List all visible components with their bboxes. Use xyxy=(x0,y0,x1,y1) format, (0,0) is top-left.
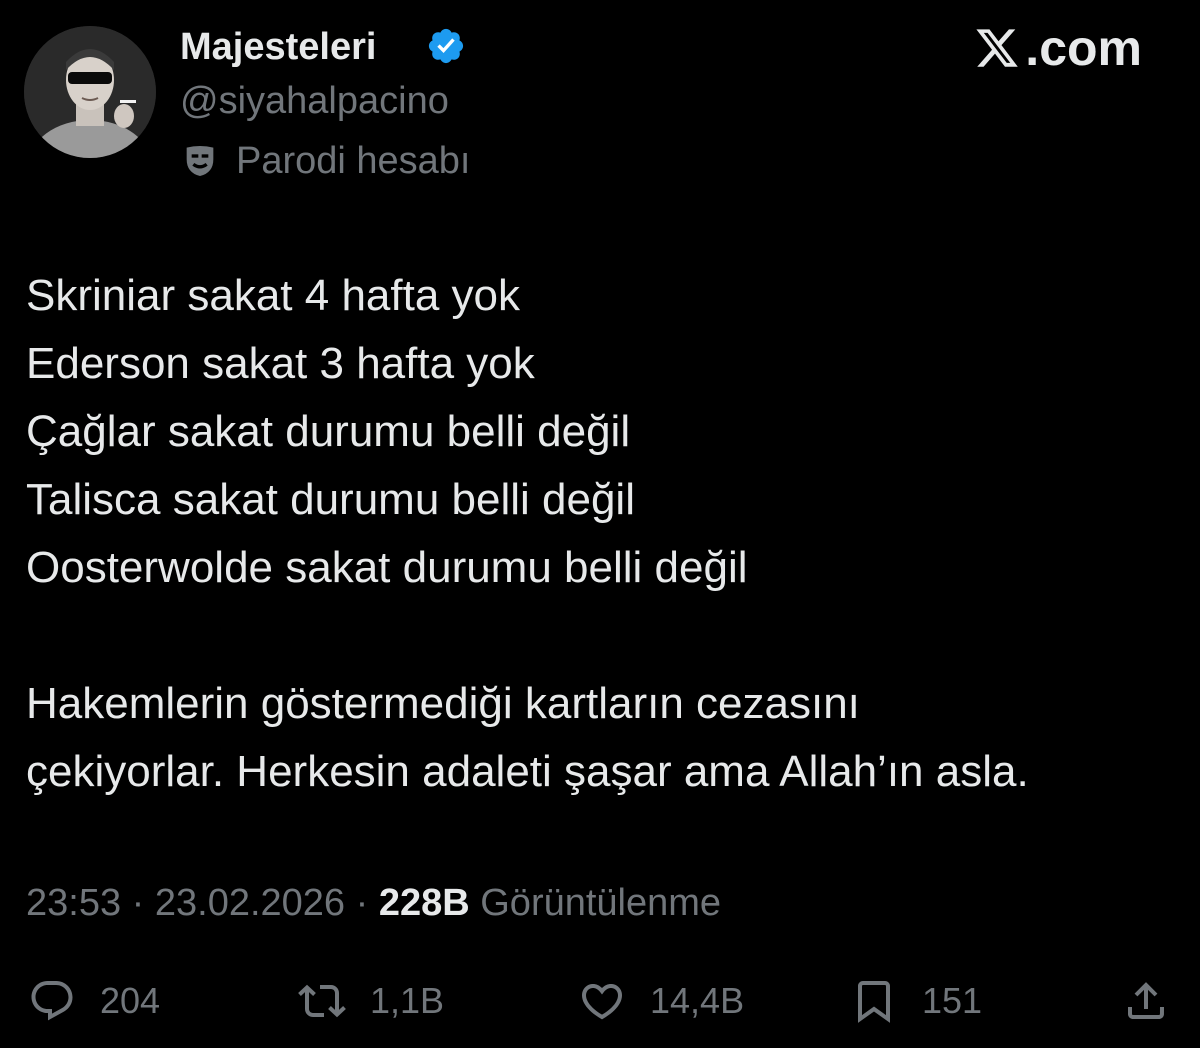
reply-button[interactable]: 204 xyxy=(28,968,160,1034)
retweet-count: 1,1B xyxy=(370,980,445,1021)
tweet-line: Talisca sakat durumu belli değil xyxy=(26,475,635,524)
like-count: 14,4B xyxy=(650,980,745,1021)
reply-count: 204 xyxy=(100,980,161,1021)
bookmark-button[interactable]: 151 xyxy=(850,968,982,1034)
profile-avatar[interactable] xyxy=(24,26,156,158)
tweet-text: Skriniar sakat 4 hafta yok Ederson sakat… xyxy=(26,262,1176,806)
brand-domain-text: .com xyxy=(1025,20,1142,76)
retweet-icon xyxy=(298,984,346,1018)
tweet-line: Çağlar sakat durumu belli değil xyxy=(26,407,631,456)
user-handle[interactable]: @siyahalpacino xyxy=(180,78,449,124)
parody-mask-icon xyxy=(186,146,214,176)
bookmark-count: 151 xyxy=(922,980,983,1021)
tweet-time[interactable]: 23:53 xyxy=(26,882,121,924)
heart-icon xyxy=(581,984,623,1020)
share-button[interactable] xyxy=(1122,968,1170,1034)
verified-badge-icon xyxy=(428,28,464,64)
tweet-metadata: 23:53 · 23.02.2026 · 228B Görüntülenme xyxy=(26,878,721,928)
tweet-date[interactable]: 23.02.2026 xyxy=(155,882,345,924)
like-button[interactable]: 14,4B xyxy=(578,968,744,1034)
views-count: 228B xyxy=(378,882,470,924)
views-label: Görüntülenme xyxy=(480,882,722,924)
tweet-line: çekiyorlar. Herkesin adaleti şaşar ama A… xyxy=(26,747,1029,796)
x-logo-icon xyxy=(976,29,1019,67)
tweet-line: Hakemlerin göstermediği kartların cezası… xyxy=(26,679,860,728)
share-icon xyxy=(1128,982,1164,1019)
brand-watermark: .com xyxy=(973,20,1142,76)
tweet-line: Skriniar sakat 4 hafta yok xyxy=(26,271,521,320)
parody-label-text: Parodi hesabı xyxy=(236,139,471,182)
tweet-line: Ederson sakat 3 hafta yok xyxy=(26,339,535,388)
display-name[interactable]: Majesteleri xyxy=(180,24,376,70)
retweet-button[interactable]: 1,1B xyxy=(298,968,444,1034)
tweet-line: Oosterwolde sakat durumu belli değil xyxy=(26,543,748,592)
parody-account-label: Parodi hesabı xyxy=(180,138,471,184)
meta-separator: · xyxy=(345,882,379,924)
meta-separator: · xyxy=(121,882,155,924)
reply-icon xyxy=(31,981,73,1021)
tweet-action-bar: 204 1,1B 14,4B 151 xyxy=(0,968,1200,1034)
bookmark-icon xyxy=(858,981,890,1023)
